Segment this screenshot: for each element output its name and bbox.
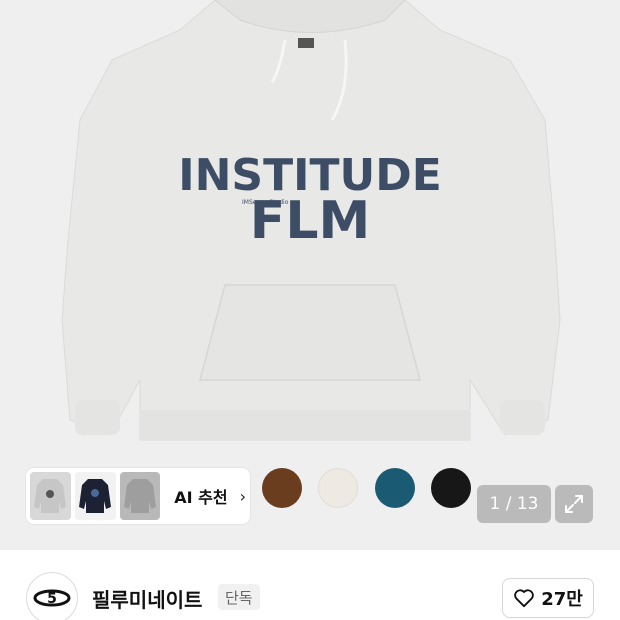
hoodie-thumb-icon [34, 479, 67, 513]
color-swatch-brown[interactable] [262, 468, 302, 508]
exclusive-badge: 단독 [218, 584, 260, 610]
brand-logo[interactable]: 5 [26, 572, 78, 620]
hoodie-thumb-icon [79, 479, 112, 513]
hoodie-thumb-icon [123, 479, 156, 513]
ai-recommend-label[interactable]: AI 추천 [174, 484, 227, 508]
like-button[interactable]: 27만 [502, 578, 594, 618]
color-swatch-teal[interactable] [375, 468, 415, 508]
like-count: 27만 [541, 589, 583, 610]
ai-thumbnail-light-gray-hoodie[interactable] [119, 472, 161, 520]
image-pager: 1 / 13 [477, 485, 551, 523]
brand-name[interactable]: 필루미네이트 [92, 584, 202, 613]
heart-icon [514, 589, 534, 608]
ai-thumbnail-gray-hoodie[interactable] [30, 472, 71, 520]
color-swatch-cream[interactable] [318, 468, 358, 508]
expand-icon [565, 495, 583, 513]
hoodie-image: INSTITUDE FLM IMSeoya Studio [61, 0, 561, 441]
product-image-area[interactable]: INSTITUDE FLM IMSeoya Studio AI 추천 › 1 /… [0, 0, 620, 550]
brand-logo-icon: 5 [33, 589, 71, 607]
brand-row: 5 필루미네이트 단독 27만 [0, 550, 620, 620]
ai-thumbnail-navy-hoodie[interactable] [74, 472, 116, 520]
chevron-right-icon[interactable]: › [240, 487, 246, 506]
color-swatch-black[interactable] [431, 468, 471, 508]
print-tag-text: IMSeoya Studio [242, 199, 289, 206]
expand-button[interactable] [555, 485, 593, 523]
ai-recommend-strip[interactable]: AI 추천 › [26, 468, 250, 524]
svg-text:5: 5 [47, 591, 57, 607]
